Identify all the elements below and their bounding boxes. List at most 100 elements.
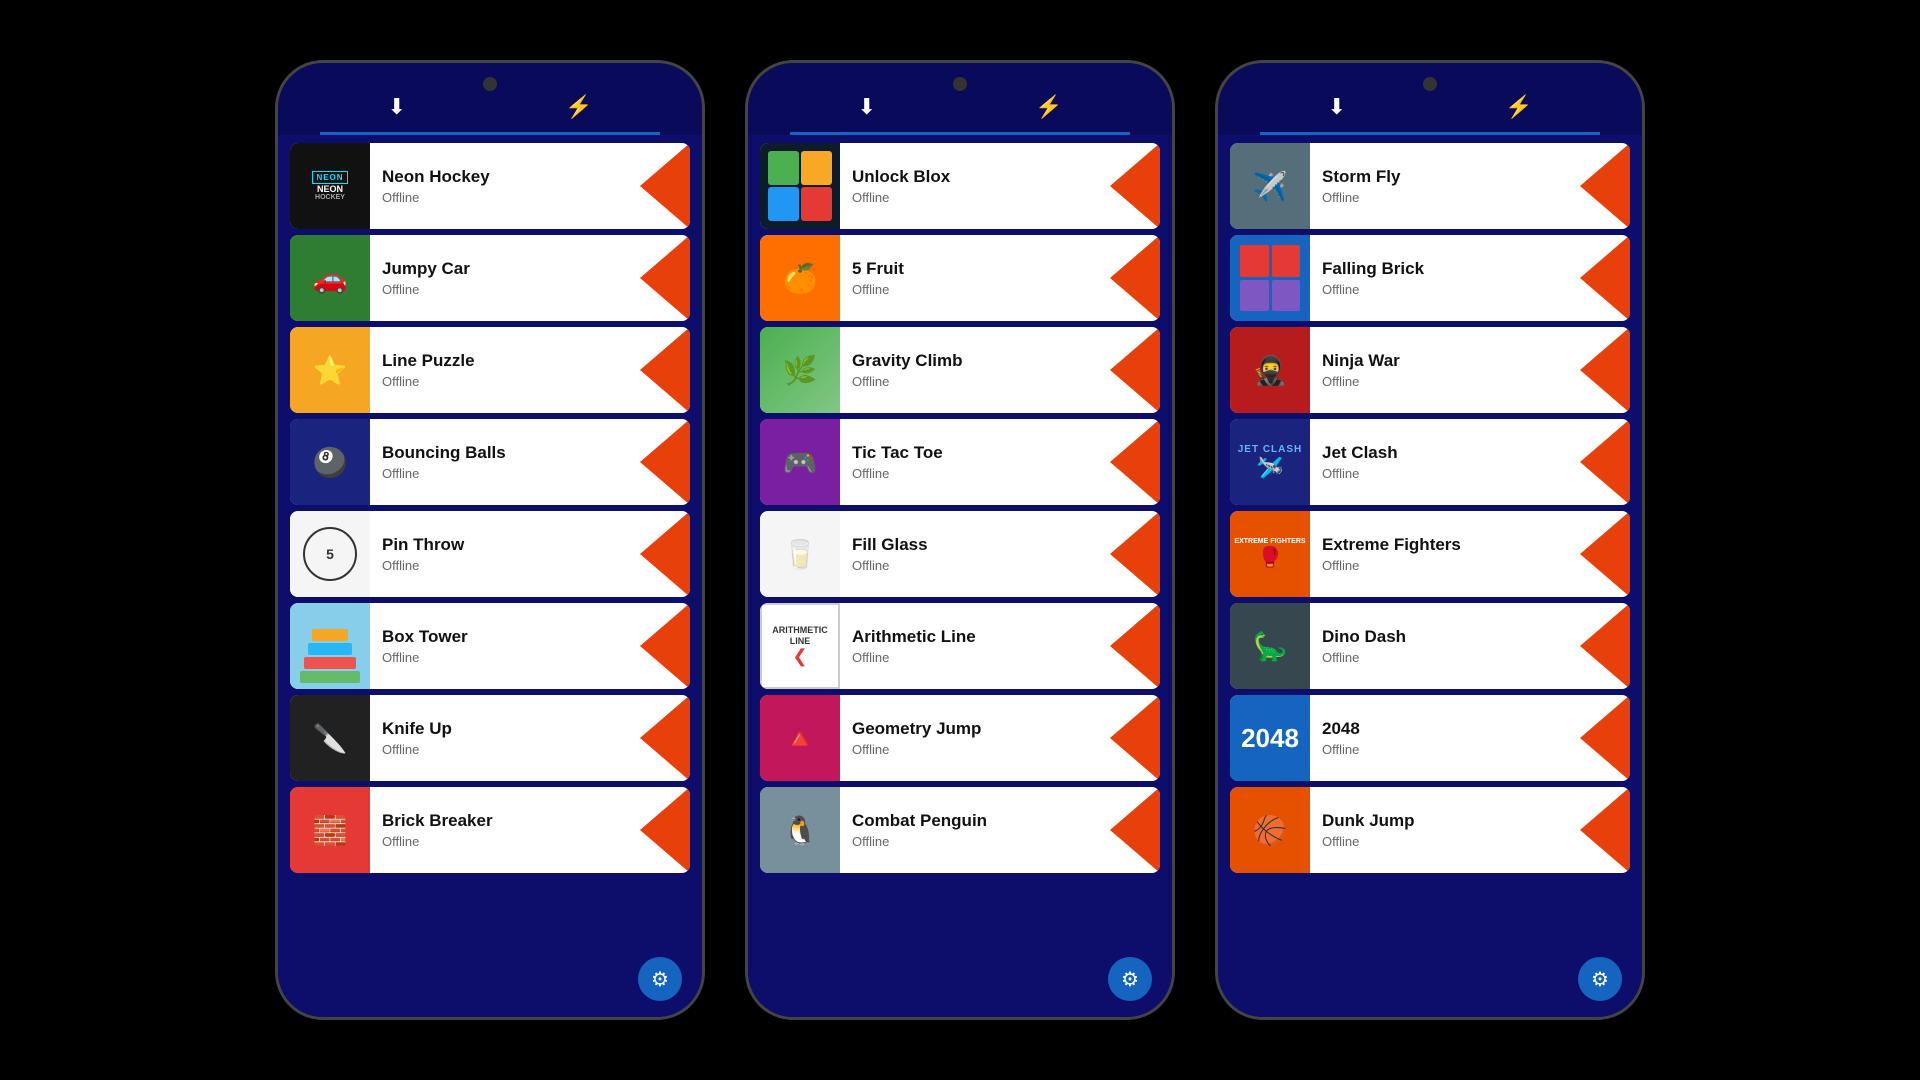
phone-2: ⬇ ⚡ Unlock Blox Offline 🍊 — [745, 60, 1175, 1020]
game-arrow-fill-glass — [1110, 511, 1160, 597]
game-status-arithmetic-line: Offline — [852, 650, 1098, 665]
phone-1-header: ⬇ ⚡ — [278, 63, 702, 135]
game-item-gravity-climb[interactable]: 🌿 Gravity Climb Offline — [760, 327, 1160, 413]
game-info-gravity-climb: Gravity Climb Offline — [840, 343, 1110, 397]
game-icon-fill-glass: 🥛 — [760, 511, 840, 597]
game-item-jet-clash[interactable]: JET CLASH 🛩️ Jet Clash Offline — [1230, 419, 1630, 505]
game-name-pin-throw: Pin Throw — [382, 535, 628, 555]
game-name-extreme-fighters: Extreme Fighters — [1322, 535, 1568, 555]
game-item-brick-breaker[interactable]: 🧱 Brick Breaker Offline — [290, 787, 690, 873]
game-icon-arithmetic-line: ARITHMETICLINE ❮ — [760, 603, 840, 689]
game-status-neon-hockey: Offline — [382, 190, 628, 205]
game-name-ninja-war: Ninja War — [1322, 351, 1568, 371]
game-arrow-5-fruit — [1110, 235, 1160, 321]
game-arrow-combat-penguin — [1110, 787, 1160, 873]
game-name-box-tower: Box Tower — [382, 627, 628, 647]
download-icon: ⬇ — [388, 94, 406, 120]
game-item-box-tower[interactable]: Box Tower Offline — [290, 603, 690, 689]
game-status-combat-penguin: Offline — [852, 834, 1098, 849]
game-item-knife-up[interactable]: 🔪 Knife Up Offline — [290, 695, 690, 781]
game-status-knife-up: Offline — [382, 742, 628, 757]
game-info-box-tower: Box Tower Offline — [370, 619, 640, 673]
settings-button-2[interactable]: ⚙ — [1108, 957, 1152, 1001]
game-status-geometry-jump: Offline — [852, 742, 1098, 757]
game-icon-tic-tac-toe: 🎮 — [760, 419, 840, 505]
game-icon-unlock-blox — [760, 143, 840, 229]
game-info-jet-clash: Jet Clash Offline — [1310, 435, 1580, 489]
game-info-dunk-jump: Dunk Jump Offline — [1310, 803, 1580, 857]
game-item-falling-brick[interactable]: Falling Brick Offline — [1230, 235, 1630, 321]
game-icon-dunk-jump: 🏀 — [1230, 787, 1310, 873]
game-status-brick-breaker: Offline — [382, 834, 628, 849]
game-icon-extreme-fighters: EXTREME FIGHTERS 🥊 — [1230, 511, 1310, 597]
game-item-fill-glass[interactable]: 🥛 Fill Glass Offline — [760, 511, 1160, 597]
game-name-dino-dash: Dino Dash — [1322, 627, 1568, 647]
game-name-arithmetic-line: Arithmetic Line — [852, 627, 1098, 647]
game-icon-dino-dash: 🦕 — [1230, 603, 1310, 689]
game-arrow-bouncing-balls — [640, 419, 690, 505]
game-status-dunk-jump: Offline — [1322, 834, 1568, 849]
game-item-2048[interactable]: 2048 2048 Offline — [1230, 695, 1630, 781]
game-name-unlock-blox: Unlock Blox — [852, 167, 1098, 187]
game-item-tic-tac-toe[interactable]: 🎮 Tic Tac Toe Offline — [760, 419, 1160, 505]
game-icon-storm-fly: ✈️ — [1230, 143, 1310, 229]
game-item-extreme-fighters[interactable]: EXTREME FIGHTERS 🥊 Extreme Fighters Offl… — [1230, 511, 1630, 597]
game-status-bouncing-balls: Offline — [382, 466, 628, 481]
game-icon-combat-penguin: 🐧 — [760, 787, 840, 873]
game-name-jet-clash: Jet Clash — [1322, 443, 1568, 463]
game-name-knife-up: Knife Up — [382, 719, 628, 739]
game-item-combat-penguin[interactable]: 🐧 Combat Penguin Offline — [760, 787, 1160, 873]
game-icon-5-fruit: 🍊 — [760, 235, 840, 321]
game-arrow-box-tower — [640, 603, 690, 689]
phone-2-header: ⬇ ⚡ — [748, 63, 1172, 135]
game-icon-jet-clash: JET CLASH 🛩️ — [1230, 419, 1310, 505]
game-item-dino-dash[interactable]: 🦕 Dino Dash Offline — [1230, 603, 1630, 689]
game-item-storm-fly[interactable]: ✈️ Storm Fly Offline — [1230, 143, 1630, 229]
game-icon-brick-breaker: 🧱 — [290, 787, 370, 873]
game-icon-gravity-climb: 🌿 — [760, 327, 840, 413]
game-info-brick-breaker: Brick Breaker Offline — [370, 803, 640, 857]
game-name-fill-glass: Fill Glass — [852, 535, 1098, 555]
game-status-2048: Offline — [1322, 742, 1568, 757]
game-item-ninja-war[interactable]: 🥷 Ninja War Offline — [1230, 327, 1630, 413]
game-info-fill-glass: Fill Glass Offline — [840, 527, 1110, 581]
game-arrow-dino-dash — [1580, 603, 1630, 689]
game-item-5-fruit[interactable]: 🍊 5 Fruit Offline — [760, 235, 1160, 321]
bolt-icon-2: ⚡ — [1035, 94, 1062, 120]
game-icon-jumpy-car: 🚗 — [290, 235, 370, 321]
camera-dot-2 — [953, 77, 967, 91]
game-item-bouncing-balls[interactable]: 🎱 Bouncing Balls Offline — [290, 419, 690, 505]
game-info-2048: 2048 Offline — [1310, 711, 1580, 765]
game-item-dunk-jump[interactable]: 🏀 Dunk Jump Offline — [1230, 787, 1630, 873]
game-item-neon-hockey[interactable]: NEON NEON HOCKEY Neon Hockey Offline — [290, 143, 690, 229]
game-name-bouncing-balls: Bouncing Balls — [382, 443, 628, 463]
game-status-line-puzzle: Offline — [382, 374, 628, 389]
phone-3-header: ⬇ ⚡ — [1218, 63, 1642, 135]
game-name-brick-breaker: Brick Breaker — [382, 811, 628, 831]
game-info-combat-penguin: Combat Penguin Offline — [840, 803, 1110, 857]
game-icon-geometry-jump: 🔺 — [760, 695, 840, 781]
settings-button-3[interactable]: ⚙ — [1578, 957, 1622, 1001]
bolt-icon: ⚡ — [565, 94, 592, 120]
game-status-box-tower: Offline — [382, 650, 628, 665]
game-arrow-geometry-jump — [1110, 695, 1160, 781]
game-arrow-2048 — [1580, 695, 1630, 781]
game-icon-2048: 2048 — [1230, 695, 1310, 781]
game-item-pin-throw[interactable]: Pin Throw Offline — [290, 511, 690, 597]
game-icon-knife-up: 🔪 — [290, 695, 370, 781]
settings-button-1[interactable]: ⚙ — [638, 957, 682, 1001]
game-item-line-puzzle[interactable]: ⭐ Line Puzzle Offline — [290, 327, 690, 413]
game-item-arithmetic-line[interactable]: ARITHMETICLINE ❮ Arithmetic Line Offline — [760, 603, 1160, 689]
game-item-unlock-blox[interactable]: Unlock Blox Offline — [760, 143, 1160, 229]
game-name-tic-tac-toe: Tic Tac Toe — [852, 443, 1098, 463]
game-arrow-jumpy-car — [640, 235, 690, 321]
game-status-unlock-blox: Offline — [852, 190, 1098, 205]
game-item-geometry-jump[interactable]: 🔺 Geometry Jump Offline — [760, 695, 1160, 781]
game-arrow-gravity-climb — [1110, 327, 1160, 413]
game-arrow-dunk-jump — [1580, 787, 1630, 873]
game-info-bouncing-balls: Bouncing Balls Offline — [370, 435, 640, 489]
phone-3-content: ✈️ Storm Fly Offline Falling Brick Offli… — [1218, 135, 1642, 1017]
game-status-storm-fly: Offline — [1322, 190, 1568, 205]
game-item-jumpy-car[interactable]: 🚗 Jumpy Car Offline — [290, 235, 690, 321]
game-icon-neon-hockey: NEON NEON HOCKEY — [290, 143, 370, 229]
